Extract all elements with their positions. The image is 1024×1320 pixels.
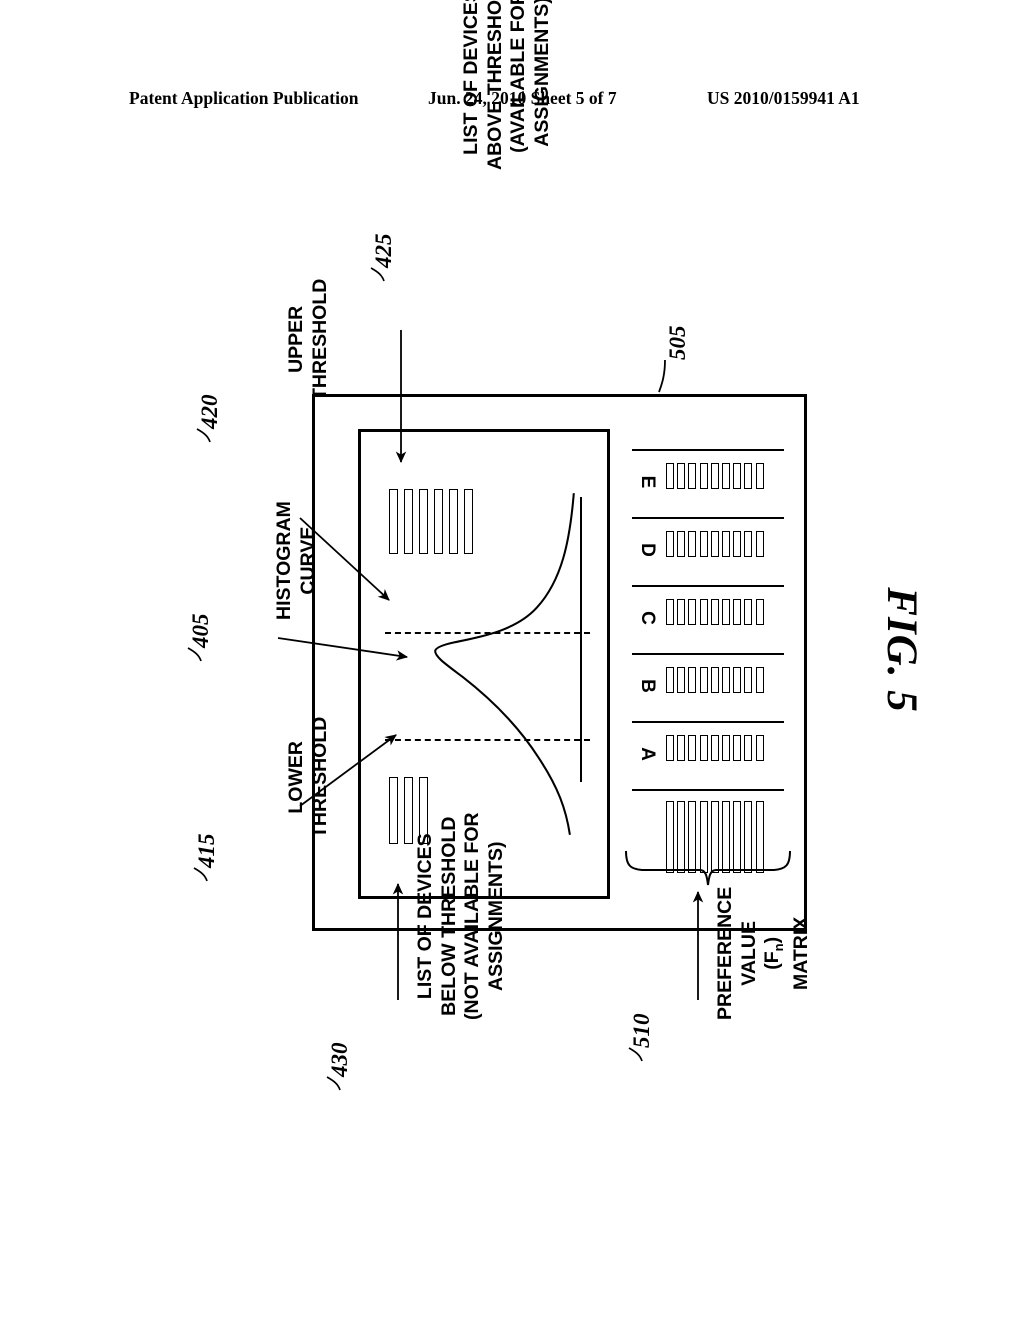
matrix-row-e: E xyxy=(632,449,784,517)
matrix-cell xyxy=(699,463,708,489)
matrix-row-cells xyxy=(666,667,764,693)
figure-label-text: FIG. 5 xyxy=(878,587,925,713)
matrix-cell xyxy=(688,463,697,489)
matrix-cell xyxy=(721,463,730,489)
matrix-cell xyxy=(710,531,719,557)
figure-label: FIG. 5 xyxy=(836,520,966,780)
matrix-row-a: A xyxy=(632,721,784,789)
matrix-cell xyxy=(666,463,674,489)
matrix-cell xyxy=(721,531,730,557)
matrix-row-c: C xyxy=(632,585,784,653)
ref-420: 420 xyxy=(197,394,222,430)
matrix-row-cells xyxy=(666,463,764,489)
callout-lower-threshold-text: LOWER THRESHOLD xyxy=(285,716,331,838)
matrix-cell xyxy=(733,735,742,761)
ref-425: 425 xyxy=(371,233,396,269)
matrix-cell xyxy=(744,735,753,761)
matrix-cell xyxy=(710,463,719,489)
matrix-cell xyxy=(699,599,708,625)
matrix-cell xyxy=(677,667,686,693)
ref-505: 505 xyxy=(665,325,690,361)
matrix-cell xyxy=(699,735,708,761)
matrix-cell xyxy=(755,599,764,625)
matrix-cell xyxy=(710,599,719,625)
matrix-cell xyxy=(699,531,708,557)
matrix-cell xyxy=(721,599,730,625)
matrix-cell xyxy=(744,463,753,489)
matrix-cell xyxy=(677,463,686,489)
matrix-cell xyxy=(666,599,674,625)
matrix-cell xyxy=(688,735,697,761)
matrix-cell xyxy=(744,531,753,557)
matrix-row-label: A xyxy=(637,747,658,761)
matrix-row-cells xyxy=(666,735,764,761)
matrix-cell xyxy=(699,667,708,693)
publication-number: US 2010/0159941 A1 xyxy=(707,88,860,108)
matrix-cell xyxy=(744,667,753,693)
preference-value-matrix: E D C B A xyxy=(632,449,784,879)
callout-upper-threshold-text: UPPER THRESHOLD xyxy=(285,278,331,400)
matrix-row-cells xyxy=(666,531,764,557)
ref-510: 510 xyxy=(629,1013,654,1049)
matrix-cell xyxy=(755,531,764,557)
matrix-cell xyxy=(666,735,674,761)
matrix-rule xyxy=(632,789,784,791)
callout-below-list-text: LIST OF DEVICES BELOW THRESHOLD (NOT AVA… xyxy=(414,812,507,1020)
matrix-cell xyxy=(721,667,730,693)
ref-405: 405 xyxy=(188,613,213,649)
matrix-cell xyxy=(666,667,674,693)
matrix-cell xyxy=(688,599,697,625)
matrix-row-cells xyxy=(666,599,764,625)
display-device-frame: E D C B A xyxy=(312,394,807,931)
matrix-row-label: B xyxy=(637,679,658,693)
ref-430: 430 xyxy=(327,1042,352,1078)
matrix-cell xyxy=(710,667,719,693)
matrix-cell xyxy=(755,667,764,693)
matrix-cell xyxy=(755,735,764,761)
matrix-cell xyxy=(677,531,686,557)
matrix-cell xyxy=(755,463,764,489)
matrix-cell xyxy=(710,735,719,761)
publication-title: Patent Application Publication xyxy=(129,88,359,108)
matrix-row-b: B xyxy=(632,653,784,721)
matrix-cell xyxy=(733,463,742,489)
matrix-row-label: E xyxy=(637,475,658,489)
callout-histogram-curve-text: HISTOGRAM CURVE xyxy=(273,501,319,620)
callout-above-list-text: LIST OF DEVICES ABOVE THRESHOLD (AVAILAB… xyxy=(460,0,553,170)
matrix-cell xyxy=(744,599,753,625)
matrix-cell xyxy=(733,531,742,557)
matrix-cell xyxy=(721,735,730,761)
matrix-cell xyxy=(688,531,697,557)
matrix-cell xyxy=(688,667,697,693)
matrix-cell xyxy=(677,599,686,625)
ref-415: 415 xyxy=(194,833,219,869)
matrix-row-label: D xyxy=(637,543,658,557)
matrix-cell xyxy=(666,531,674,557)
matrix-row-label: C xyxy=(637,611,658,625)
matrix-cell xyxy=(733,667,742,693)
preference-symbol: (Fn) xyxy=(761,936,786,970)
matrix-cell xyxy=(677,735,686,761)
matrix-row-d: D xyxy=(632,517,784,585)
callout-preference-matrix-text: PREFERENCE VALUE (Fn) MATRIX xyxy=(714,886,813,1020)
matrix-cell xyxy=(733,599,742,625)
